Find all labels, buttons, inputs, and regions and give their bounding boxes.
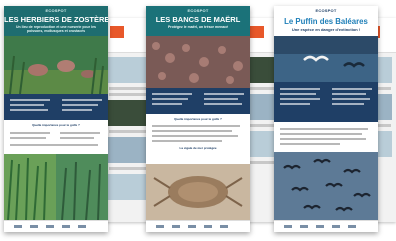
poster-title: LES HERBIERS DE ZOSTÈRES [4,15,108,24]
text-line [109,87,147,90]
section-caption: La cigale de mer protégée [179,146,217,150]
poster-subtitle: Protégez le maërl, un trésor menacé [167,25,229,29]
maerl-photo [146,36,250,88]
poster-subtitle: Un lieu de reproduction et une nurserie … [16,25,96,33]
back-panel-photo [108,137,148,163]
text-section: Quelle importance pour le golfe ? La cig… [146,114,250,164]
logo: ECOSPOT [187,8,209,13]
text-line [109,130,147,133]
seagrass-photo-2 [4,154,108,221]
poster-maerl: ECOSPOT LES BANCS DE MAËRL Protégez le m… [146,6,250,232]
back-panel-seagrass [104,18,152,222]
text-line [109,93,147,96]
text-section: Quelle importance pour le golfe ? [4,120,108,154]
accent-chip [110,26,124,38]
poster-seagrass: ECOSPOT LES HERBIERS DE ZOSTÈRES Un lieu… [4,6,108,232]
info-band [146,88,250,114]
back-panel-photo [108,100,148,126]
poster-subtitle: Une espèce en danger d'extinction ! [291,27,361,32]
back-panel-photo [108,57,148,83]
poster-collage: ECOSPOT LES HERBIERS DE ZOSTÈRES Un lieu… [0,0,396,241]
info-band [4,94,108,120]
accent-chip [250,26,264,38]
logo: ECOSPOT [45,8,67,13]
text-line [109,167,147,170]
section-question: Quelle importance pour le golfe ? [174,117,222,121]
partner-logos [4,220,108,232]
partner-logos [274,220,378,232]
info-band [274,82,378,122]
logo: ECOSPOT [315,8,337,13]
partner-logos [146,220,250,232]
sea-bird-photo [274,36,378,82]
poster-title: LES BANCS DE MAËRL [155,15,241,24]
flock-photo [274,152,378,221]
poster-title: Le Puffin des Baléares [284,17,368,26]
poster-puffin: ECOSPOT Le Puffin des Baléares Une espèc… [274,6,378,232]
seagrass-photo [4,36,108,94]
slipper-lobster-photo [146,164,250,221]
text-section [274,122,378,152]
back-panel-photo [108,174,148,200]
section-question: Quelle importance pour le golfe ? [32,123,80,127]
back-panel-header [104,18,152,53]
